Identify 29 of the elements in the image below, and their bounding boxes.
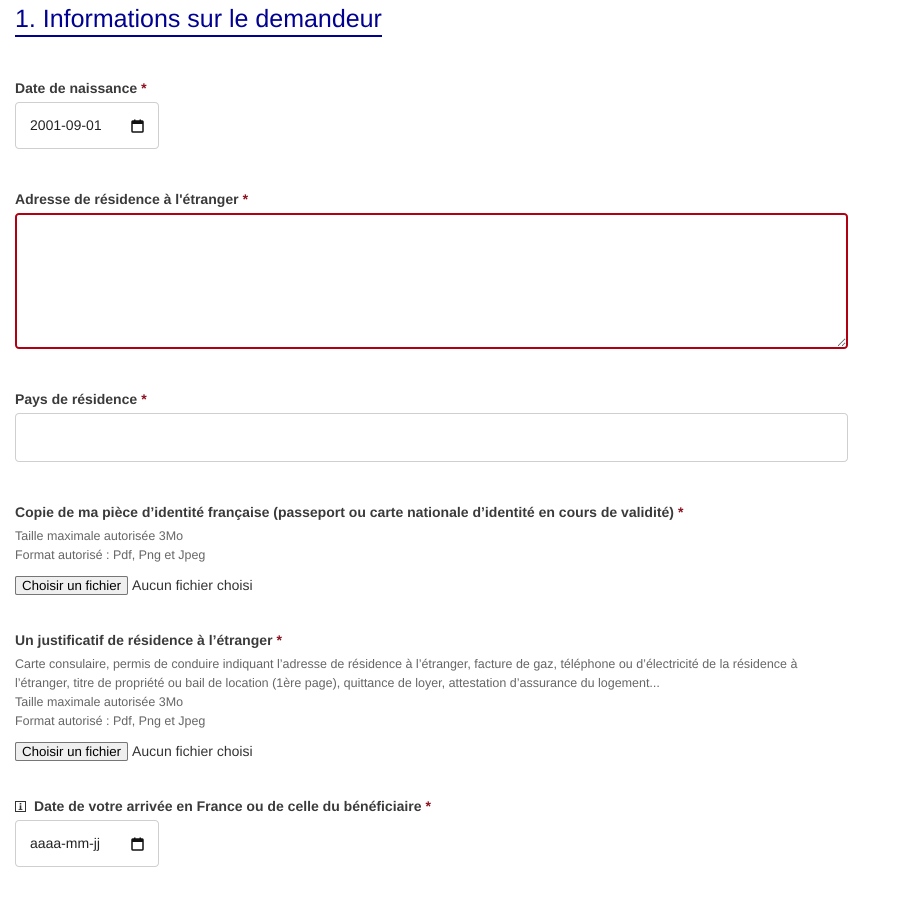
- required-asterisk: *: [426, 798, 431, 814]
- choose-file-button[interactable]: Choisir un fichier: [15, 742, 128, 761]
- field-hint: Taille maximale autorisée 3Mo: [15, 694, 184, 711]
- required-asterisk: *: [242, 191, 248, 207]
- field-label: Adresse de résidence à l'étranger: [15, 191, 239, 207]
- field-description: Carte consulaire, permis de conduire indiquant l’adresse de résidence à l’étranger, facture de gaz, téléphone ou d’électricité de la résidence à l’étranger, titre de propriété ou bail de location (1ère page), quittance de loyer, attestation d’assurance du logement...: [15, 656, 798, 692]
- field-label: Date de votre arrivée en France ou de celle du bénéficiaire: [34, 798, 422, 814]
- field-label: Date de naissance: [15, 80, 138, 96]
- field-label: Pays de résidence: [15, 391, 138, 407]
- section-heading: 1. Informations sur le demandeur: [15, 4, 382, 37]
- field-hint: Format autorisé : Pdf, Png et Jpeg: [15, 713, 206, 730]
- address-textarea[interactable]: [15, 213, 848, 349]
- required-asterisk: *: [141, 391, 147, 407]
- required-asterisk: *: [141, 80, 147, 96]
- field-label: Un justificatif de résidence à l’étranger: [15, 632, 273, 648]
- country-input[interactable]: [15, 413, 848, 462]
- field-label: Copie de ma pièce d’identité française (passeport ou carte nationale d’identité en cours de validité): [15, 504, 674, 520]
- info-icon: [15, 800, 26, 812]
- calendar-icon[interactable]: [131, 118, 144, 132]
- required-asterisk: *: [678, 504, 684, 520]
- calendar-icon[interactable]: [131, 836, 144, 850]
- choose-file-button[interactable]: Choisir un fichier: [15, 576, 128, 595]
- required-asterisk: *: [276, 632, 282, 648]
- date-field[interactable]: aaaa-mm-jj: [15, 820, 159, 867]
- file-status: Aucun fichier choisi: [132, 742, 253, 761]
- date-field[interactable]: 2001-09-01: [15, 102, 159, 149]
- field-hint: Taille maximale autorisée 3Mo: [15, 528, 184, 545]
- field-hint: Format autorisé : Pdf, Png et Jpeg: [15, 547, 206, 564]
- file-status: Aucun fichier choisi: [132, 576, 253, 595]
